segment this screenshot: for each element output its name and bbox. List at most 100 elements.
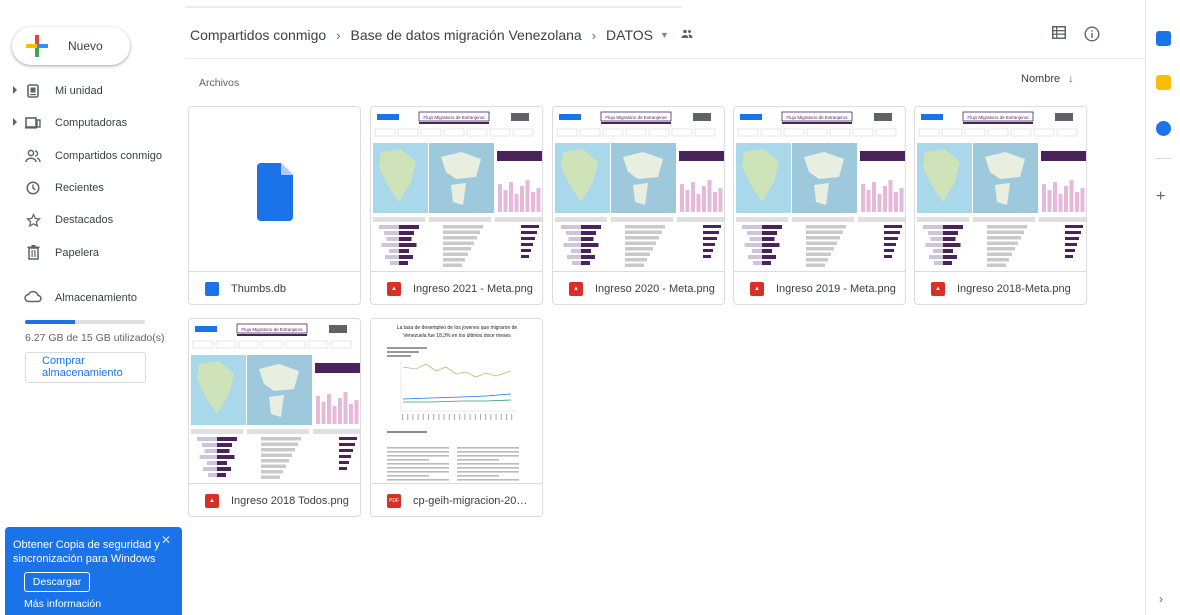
computer-icon	[24, 114, 42, 132]
sidebar-item-label: Destacados	[55, 214, 114, 227]
file-card[interactable]: Flujo Migratorio de Extranjeros ▲ Ingres…	[370, 106, 543, 305]
side-panel-divider	[1155, 158, 1172, 159]
svg-text:Flujo Migratorio de Extranjero: Flujo Migratorio de Extranjeros	[967, 115, 1029, 120]
file-card-footer: PDF cp-geih-migracion-2012-201...	[371, 483, 542, 516]
file-card[interactable]: La tasa de desempleo de los jovenes que …	[370, 318, 543, 517]
section-label-files: Archivos	[199, 77, 240, 89]
buy-storage-button[interactable]: Comprar almacenamiento	[25, 352, 146, 383]
file-thumbnail: Flujo Migratorio de Extranjeros	[371, 107, 542, 271]
file-name: cp-geih-migracion-2012-201...	[413, 495, 533, 507]
info-icon[interactable]	[1084, 26, 1100, 45]
file-thumbnail: Flujo Migratorio de Extranjeros	[734, 107, 905, 271]
header-divider	[185, 58, 1145, 59]
sort-label: Nombre	[1021, 73, 1061, 85]
sidebar-item-mi-unidad[interactable]: Mi unidad	[0, 75, 185, 107]
new-button[interactable]: Nuevo	[12, 27, 130, 65]
file-card[interactable]: Flujo Migratorio de Extranjeros ▲ Ingres…	[552, 106, 725, 305]
breadcrumb-item-database[interactable]: Base de datos migración Venezolana	[351, 27, 582, 43]
sidebar-item-recientes[interactable]: Recientes	[0, 172, 185, 204]
svg-text:Flujo Migratorio de Extranjero: Flujo Migratorio de Extranjeros	[605, 115, 667, 120]
sidebar-item-label: Computadoras	[55, 117, 128, 130]
file-card[interactable]: Flujo Migratorio de Extranjeros ▲ Ingres…	[188, 318, 361, 517]
storage-label: Almacenamiento	[55, 292, 137, 304]
calendar-icon[interactable]	[1156, 31, 1171, 46]
image-file-icon: ▲	[205, 494, 219, 508]
side-panel: + ›	[1145, 0, 1180, 615]
svg-text:Flujo Migratorio de Extranjero: Flujo Migratorio de Extranjeros	[241, 327, 303, 332]
image-file-icon: ▲	[387, 282, 401, 296]
svg-text:La tasa de desempleo de los jo: La tasa de desempleo de los jovenes que …	[397, 325, 518, 331]
add-addon-icon[interactable]: +	[1156, 188, 1165, 206]
file-thumbnail: La tasa de desempleo de los jovenes que …	[371, 319, 542, 483]
arrow-down-icon: ↓	[1068, 73, 1074, 85]
file-card-footer: ▲ Ingreso 2019 - Meta.png	[734, 271, 905, 304]
file-card-footer: ▲ Ingreso 2018-Meta.png	[915, 271, 1086, 304]
sidebar: Nuevo Mi unidad Computadoras Compartidos…	[0, 0, 185, 615]
close-icon[interactable]: ✕	[161, 533, 171, 547]
trash-icon	[24, 244, 42, 262]
file-type-icon	[205, 282, 219, 296]
pdf-file-icon: PDF	[387, 494, 401, 508]
shared-folder-icon	[681, 29, 693, 41]
clock-icon	[24, 179, 42, 197]
sidebar-nav: Mi unidad Computadoras Compartidos conmi…	[0, 75, 185, 269]
svg-text:Flujo Migratorio de Extranjero: Flujo Migratorio de Extranjeros	[423, 115, 485, 120]
drive-icon	[24, 82, 42, 100]
sidebar-item-label: Recientes	[55, 182, 104, 195]
new-button-label: Nuevo	[68, 39, 103, 53]
more-info-link[interactable]: Más información	[24, 598, 101, 610]
file-name: Ingreso 2018-Meta.png	[957, 283, 1071, 295]
sidebar-item-computadoras[interactable]: Computadoras	[0, 107, 185, 139]
expand-panel-icon[interactable]: ›	[1159, 592, 1163, 606]
breadcrumb-item-datos[interactable]: DATOS	[606, 27, 653, 43]
cloud-icon	[24, 289, 42, 306]
breadcrumb: Compartidos conmigo › Base de datos migr…	[190, 24, 693, 46]
file-card-footer: ▲ Ingreso 2020 - Meta.png	[553, 271, 724, 304]
file-thumbnail: Flujo Migratorio de Extranjeros	[915, 107, 1086, 271]
file-name: Ingreso 2020 - Meta.png	[595, 283, 715, 295]
file-thumbnail	[189, 107, 360, 271]
breadcrumb-item-shared[interactable]: Compartidos conmigo	[190, 27, 326, 43]
backup-promo-title: Obtener Copia de seguridad y sincronizac…	[13, 539, 160, 565]
plus-icon	[26, 35, 48, 57]
file-thumbnail: Flujo Migratorio de Extranjeros	[189, 319, 360, 483]
svg-text:Venezuela fue 18,3% en los últ: Venezuela fue 18,3% en los últimos doce …	[403, 333, 511, 339]
file-card[interactable]: Flujo Migratorio de Extranjeros ▲ Ingres…	[733, 106, 906, 305]
sidebar-item-destacados[interactable]: Destacados	[0, 204, 185, 236]
file-card-footer: Thumbs.db	[189, 271, 360, 304]
file-card-footer: ▲ Ingreso 2021 - Meta.png	[371, 271, 542, 304]
search-bar-edge	[185, 0, 682, 8]
dropdown-triangle-icon[interactable]: ▼	[660, 30, 669, 40]
file-card[interactable]: Thumbs.db	[188, 106, 361, 305]
shared-people-icon	[24, 147, 42, 165]
storage-progress-bar	[25, 320, 145, 324]
backup-promo-panel: Obtener Copia de seguridad y sincronizac…	[5, 527, 182, 615]
storage-item[interactable]: Almacenamiento	[0, 286, 185, 310]
file-name: Ingreso 2021 - Meta.png	[413, 283, 533, 295]
keep-icon[interactable]	[1156, 75, 1171, 90]
tasks-icon[interactable]	[1156, 121, 1171, 136]
sidebar-item-label: Compartidos conmigo	[55, 149, 162, 162]
sort-by-name-button[interactable]: Nombre ↓	[1021, 73, 1074, 85]
storage-usage-text: 6.27 GB de 15 GB utilizado(s)	[25, 332, 165, 344]
list-view-icon[interactable]	[1052, 26, 1066, 45]
expand-arrow-icon[interactable]	[13, 118, 17, 127]
breadcrumb-separator: ›	[591, 27, 597, 43]
file-name: Ingreso 2018 Todos.png	[231, 495, 349, 507]
buy-storage-label-line1: Comprar	[42, 355, 85, 367]
generic-file-icon	[257, 163, 293, 221]
star-icon	[24, 211, 42, 229]
image-file-icon: ▲	[931, 282, 945, 296]
download-button[interactable]: Descargar	[24, 572, 90, 592]
sidebar-item-compartidos[interactable]: Compartidos conmigo	[0, 140, 185, 172]
file-name: Thumbs.db	[231, 283, 287, 295]
image-file-icon: ▲	[569, 282, 583, 296]
expand-arrow-icon[interactable]	[13, 86, 17, 94]
file-card-footer: ▲ Ingreso 2018 Todos.png	[189, 483, 360, 516]
breadcrumb-separator: ›	[336, 27, 341, 43]
sidebar-item-papelera[interactable]: Papelera	[0, 236, 185, 268]
file-card[interactable]: Flujo Migratorio de Extranjeros ▲ Ingres…	[914, 106, 1087, 305]
sidebar-item-label: Mi unidad	[55, 85, 103, 98]
storage-progress-fill	[25, 320, 76, 324]
storage-section: Almacenamiento 6.27 GB de 15 GB utilizad…	[0, 286, 185, 383]
